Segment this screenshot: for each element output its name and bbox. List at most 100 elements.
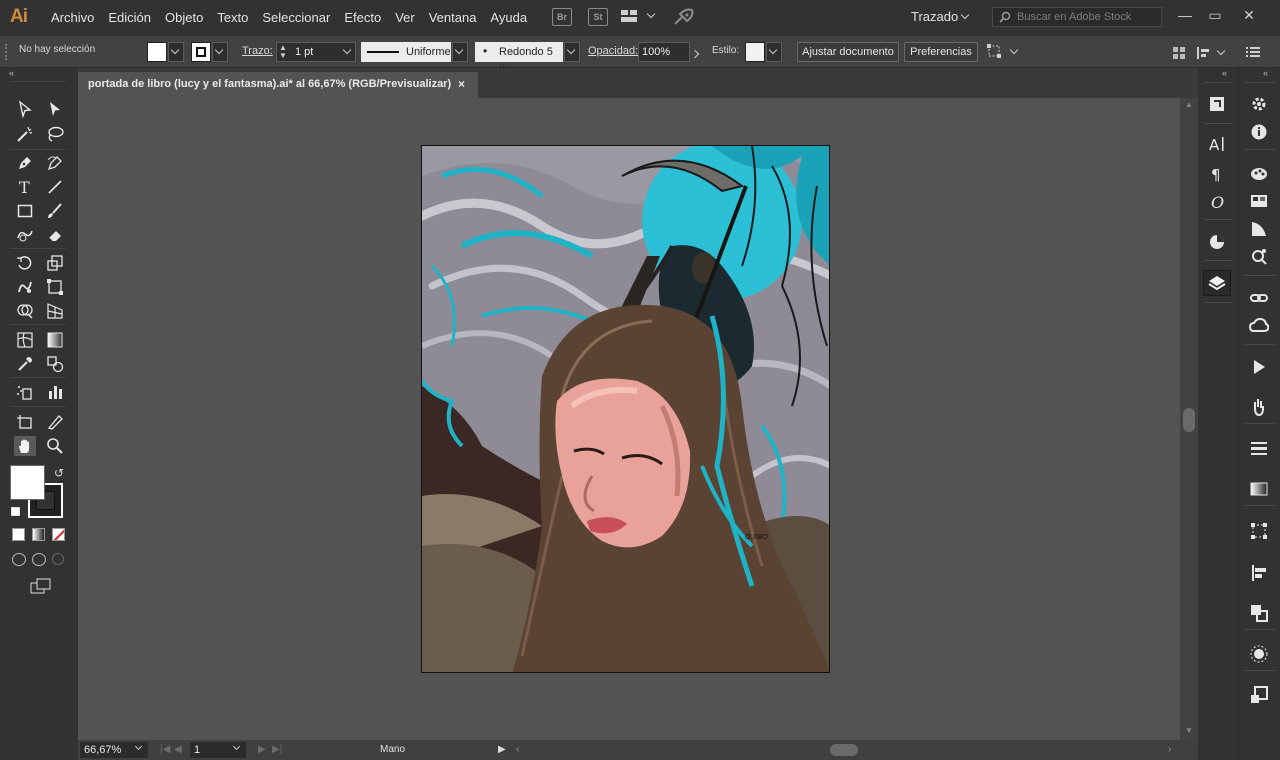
properties-panel-button[interactable]	[1245, 91, 1273, 117]
lasso-tool[interactable]	[44, 124, 66, 144]
color-mode-icon[interactable]	[12, 528, 25, 541]
brush-dropdown[interactable]	[564, 42, 580, 62]
prev-artboard-icon[interactable]: ◀	[174, 744, 182, 755]
line-tool[interactable]	[44, 177, 66, 197]
gradient-mode-icon[interactable]	[32, 528, 45, 541]
scale-tool[interactable]	[44, 253, 66, 273]
draw-normal-icon[interactable]	[12, 553, 26, 566]
fill-dropdown[interactable]	[168, 42, 184, 62]
blend-tool[interactable]	[44, 354, 66, 374]
stroke-label[interactable]: Trazo:	[242, 45, 273, 57]
asset-export-button[interactable]	[1245, 682, 1273, 708]
brush-definition[interactable]: • Redondo 5 ...	[475, 42, 563, 70]
stroke-swatch[interactable]	[191, 42, 211, 62]
collapse-panel-icon[interactable]: «	[1222, 68, 1227, 78]
minimize-button[interactable]: —	[1176, 8, 1194, 24]
perspective-grid-tool[interactable]	[44, 301, 66, 321]
scroll-left-icon[interactable]: ‹	[516, 744, 519, 755]
graph-tool[interactable]	[44, 382, 66, 402]
symbols-panel-button[interactable]	[1245, 244, 1273, 270]
actions-panel-button[interactable]	[1245, 354, 1273, 380]
color-panel-button[interactable]	[1245, 160, 1273, 186]
collapse-panel-icon[interactable]: «	[9, 68, 14, 78]
pathfinder-panel-button[interactable]	[1245, 600, 1273, 626]
appearance-panel-button[interactable]	[1245, 641, 1273, 667]
opentype-panel-button[interactable]: O	[1203, 189, 1231, 215]
horizontal-scroll-thumb[interactable]	[830, 744, 858, 756]
scroll-up-icon[interactable]: ▲	[1185, 100, 1193, 109]
color-guide-panel-button[interactable]	[1203, 229, 1231, 255]
rectangle-tool[interactable]	[14, 201, 36, 221]
canvas-area[interactable]: Q.XBO	[78, 98, 1180, 740]
draw-behind-icon[interactable]	[32, 553, 46, 566]
adobe-stock-search[interactable]: Buscar en Adobe Stock	[992, 7, 1162, 27]
scroll-down-icon[interactable]: ▼	[1185, 726, 1193, 735]
stroke-panel-button[interactable]	[1245, 435, 1273, 461]
zoom-field[interactable]: 66,67%	[80, 742, 148, 758]
gradient-tool[interactable]	[44, 330, 66, 350]
close-window-button[interactable]: ✕	[1240, 8, 1258, 24]
menu-archivo[interactable]: Archivo	[44, 10, 101, 25]
transform-options-button[interactable]	[986, 43, 1022, 63]
close-tab-icon[interactable]: ×	[458, 77, 465, 91]
gpu-performance-button[interactable]	[672, 8, 694, 31]
warp-tool[interactable]	[14, 277, 36, 297]
opacity-expand-button[interactable]	[690, 48, 700, 60]
scroll-thumb[interactable]	[1183, 408, 1195, 432]
align-panel-button[interactable]	[1245, 560, 1273, 586]
preferences-button[interactable]: Preferencias	[904, 42, 978, 62]
fill-swatch[interactable]	[147, 42, 167, 62]
menu-edicion[interactable]: Edición	[101, 10, 158, 25]
shaper-tool[interactable]	[14, 225, 36, 245]
graphic-style-swatch[interactable]	[745, 42, 765, 62]
opacity-label[interactable]: Opacidad:	[588, 45, 638, 57]
paintbrush-tool[interactable]	[44, 201, 66, 221]
rotate-tool[interactable]	[14, 253, 36, 273]
puppet-warp-button[interactable]	[1245, 394, 1273, 420]
free-transform-tool[interactable]	[44, 277, 66, 297]
scroll-right-icon[interactable]: ›	[1168, 744, 1171, 755]
menu-seleccionar[interactable]: Seleccionar	[255, 10, 337, 25]
screen-mode-button[interactable]	[30, 578, 51, 594]
artboard-tool[interactable]	[14, 412, 36, 432]
bridge-button[interactable]: Br	[552, 8, 572, 26]
transform-panel-button[interactable]	[1245, 518, 1273, 544]
hand-tool[interactable]	[14, 436, 36, 456]
next-artboard-icon[interactable]: ▶	[258, 744, 266, 755]
menu-ventana[interactable]: Ventana	[422, 10, 484, 25]
curvature-tool[interactable]	[44, 153, 66, 173]
draw-inside-icon[interactable]	[52, 553, 64, 565]
isolate-button[interactable]	[1196, 45, 1232, 64]
brushes-panel-button[interactable]	[1245, 216, 1273, 242]
variable-width-profile[interactable]: Uniforme	[361, 42, 451, 62]
libraries-panel-button[interactable]	[1203, 91, 1231, 117]
magic-wand-tool[interactable]	[14, 124, 36, 144]
pen-tool[interactable]	[14, 153, 36, 173]
align-panel-button[interactable]	[1172, 46, 1186, 63]
arrange-documents-button[interactable]	[620, 9, 656, 27]
gradient-panel-button[interactable]	[1245, 476, 1273, 502]
last-artboard-icon[interactable]: ▶|	[272, 744, 282, 755]
mesh-tool[interactable]	[14, 330, 36, 350]
eyedropper-tool[interactable]	[14, 354, 36, 374]
status-menu-icon[interactable]: ▶	[498, 744, 506, 755]
control-menu-button[interactable]	[1246, 46, 1260, 61]
menu-objeto[interactable]: Objeto	[158, 10, 210, 25]
info-panel-button[interactable]	[1245, 119, 1273, 145]
document-tab[interactable]: portada de libro (lucy y el fantasma).ai…	[78, 72, 478, 98]
swatches-panel-button[interactable]	[1245, 188, 1273, 214]
paragraph-panel-button[interactable]: ¶	[1203, 161, 1231, 187]
zoom-tool[interactable]	[44, 436, 66, 456]
menu-ver[interactable]: Ver	[388, 10, 422, 25]
stock-button[interactable]: St	[588, 8, 608, 26]
type-tool[interactable]: T	[14, 177, 36, 197]
none-mode-icon[interactable]	[52, 528, 65, 541]
artboard-number-field[interactable]: 1	[190, 742, 246, 758]
vertical-scrollbar[interactable]: ▲ ▼	[1180, 98, 1198, 740]
character-panel-button[interactable]: A	[1203, 131, 1231, 157]
collapse-panel-icon[interactable]: «	[1263, 68, 1268, 78]
opacity-field[interactable]: 100%	[638, 42, 690, 62]
stroke-dropdown[interactable]	[212, 42, 228, 62]
selection-tool[interactable]	[14, 99, 36, 119]
menu-texto[interactable]: Texto	[210, 10, 255, 25]
